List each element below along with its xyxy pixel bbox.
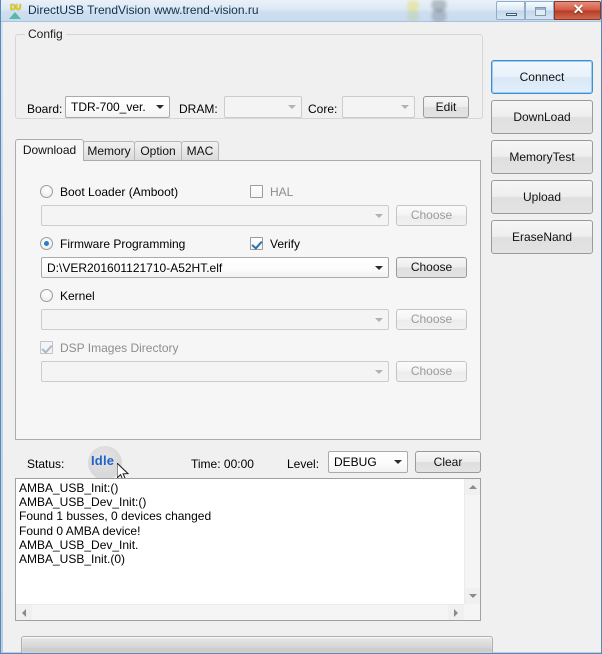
chevron-left-icon — [22, 609, 26, 617]
erase-nand-button[interactable]: EraseNand — [491, 220, 593, 254]
maximize-button[interactable] — [525, 1, 554, 20]
download-button[interactable]: DownLoad — [491, 100, 593, 134]
hal-label: HAL — [270, 185, 293, 199]
chevron-down-icon — [389, 452, 407, 472]
board-label: Board: — [27, 102, 62, 116]
firmware-path-value: D:\VER201601121710-A52HT.elf — [47, 258, 368, 277]
kernel-label: Kernel — [60, 289, 95, 303]
firmware-radio[interactable] — [40, 237, 53, 250]
progress-bar — [21, 636, 493, 654]
boot-loader-radio[interactable] — [40, 185, 53, 198]
scroll-left-button[interactable] — [16, 605, 32, 620]
status-value: Idle — [91, 453, 114, 468]
boot-loader-label: Boot Loader (Amboot) — [60, 185, 178, 199]
firmware-path-combobox[interactable]: D:\VER201601121710-A52HT.elf — [41, 257, 389, 278]
chevron-down-icon — [283, 97, 301, 117]
tab-mac[interactable]: MAC — [181, 141, 219, 161]
dram-combobox[interactable] — [224, 96, 302, 118]
dram-label: DRAM: — [179, 102, 218, 116]
chevron-right-icon — [454, 609, 458, 617]
dsp-path-combobox[interactable] — [41, 361, 389, 382]
log-vertical-scrollbar[interactable] — [464, 479, 480, 604]
chevron-down-icon — [151, 97, 169, 117]
dsp-images-checkbox[interactable] — [40, 341, 53, 354]
dsp-images-label: DSP Images Directory — [60, 341, 178, 355]
chevron-up-icon — [469, 485, 477, 489]
scrollbar-corner — [464, 604, 480, 620]
boot-loader-choose-button[interactable]: Choose — [396, 205, 467, 226]
tab-memory[interactable]: Memory — [83, 141, 135, 161]
core-value — [348, 97, 394, 117]
dram-value — [230, 97, 281, 117]
dsp-path-value — [47, 362, 368, 381]
config-legend: Config — [25, 27, 66, 41]
chevron-down-icon — [370, 362, 388, 381]
boot-loader-path-combobox[interactable] — [41, 205, 389, 226]
minimize-icon — [506, 13, 517, 16]
window-controls: ✕ — [496, 1, 601, 20]
minimize-button[interactable] — [496, 1, 525, 20]
scroll-right-button[interactable] — [448, 605, 464, 620]
kernel-path-combobox[interactable] — [41, 309, 389, 330]
memory-test-button[interactable]: MemoryTest — [491, 140, 593, 174]
status-label: Status: — [27, 457, 64, 471]
verify-label: Verify — [270, 237, 300, 251]
dsp-choose-button[interactable]: Choose — [396, 361, 467, 382]
kernel-path-value — [47, 310, 368, 329]
upload-button[interactable]: Upload — [491, 180, 593, 214]
application-window: DU DirectUSB TrendVision www.trend-visio… — [0, 0, 602, 654]
board-value: TDR-700_ver. — [71, 97, 149, 117]
chevron-down-icon — [469, 594, 477, 598]
log-horizontal-scrollbar[interactable] — [16, 604, 464, 620]
kernel-radio[interactable] — [40, 289, 53, 302]
app-du-icon: DU — [7, 3, 24, 20]
level-label: Level: — [287, 457, 319, 471]
title-bar: DU DirectUSB TrendVision www.trend-visio… — [1, 0, 602, 22]
firmware-choose-button[interactable]: Choose — [396, 257, 467, 278]
kernel-choose-button[interactable]: Choose — [396, 309, 467, 330]
hal-checkbox[interactable] — [250, 185, 263, 198]
clear-button[interactable]: Clear — [415, 451, 481, 473]
firmware-label: Firmware Programming — [60, 237, 185, 251]
log-output[interactable]: AMBA_USB_Init:() AMBA_USB_Dev_Init:() Fo… — [15, 478, 481, 621]
board-combobox[interactable]: TDR-700_ver. — [65, 96, 170, 118]
client-area: Config Board: TDR-700_ver. DRAM: Core: E… — [3, 22, 601, 652]
scroll-down-button[interactable] — [465, 588, 480, 604]
log-text: AMBA_USB_Init:() AMBA_USB_Dev_Init:() Fo… — [19, 481, 462, 566]
time-label: Time: 00:00 — [191, 457, 254, 471]
core-label: Core: — [308, 102, 337, 116]
boot-loader-path-value — [47, 206, 368, 225]
chevron-down-icon — [370, 310, 388, 329]
tab-option[interactable]: Option — [134, 141, 182, 161]
close-icon: ✕ — [555, 2, 602, 19]
verify-checkbox[interactable] — [250, 237, 263, 250]
scroll-up-button[interactable] — [465, 479, 480, 495]
close-button[interactable]: ✕ — [554, 1, 601, 20]
titlebar-glass-blur — [401, 0, 471, 22]
maximize-icon — [535, 7, 546, 16]
chevron-down-icon — [370, 258, 388, 277]
level-combobox[interactable]: DEBUG — [328, 451, 408, 473]
chevron-down-icon — [396, 97, 414, 117]
chevron-down-icon — [370, 206, 388, 225]
core-combobox[interactable] — [342, 96, 415, 118]
window-title: DirectUSB TrendVision www.trend-vision.r… — [28, 3, 259, 17]
tab-download[interactable]: Download — [15, 139, 84, 161]
connect-button[interactable]: Connect — [491, 60, 593, 94]
level-value: DEBUG — [334, 452, 387, 472]
edit-button[interactable]: Edit — [423, 96, 469, 118]
